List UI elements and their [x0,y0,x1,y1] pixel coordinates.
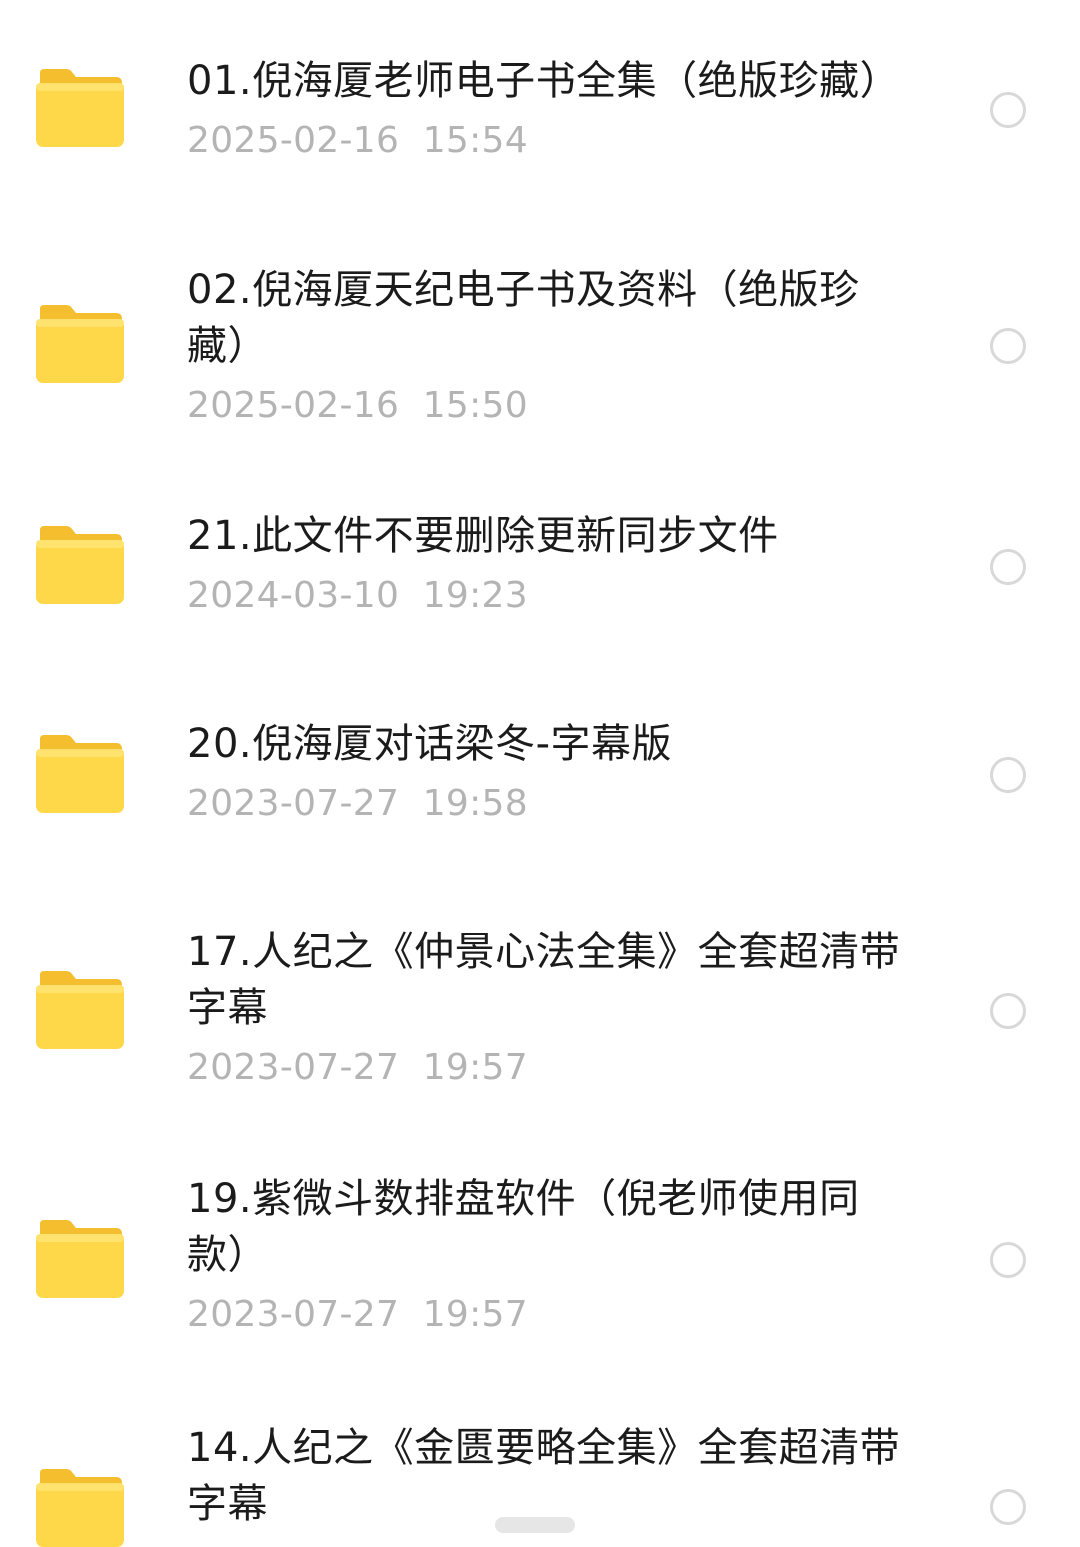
select-radio[interactable] [990,549,1026,585]
file-name: 14.人纪之《金匮要略全集》全套超清带字幕 [187,1425,901,1527]
file-name: 01.倪海厦老师电子书全集（绝版珍藏） [187,58,901,104]
folder-icon [36,526,124,604]
scroll-indicator [495,1517,575,1533]
file-list: 01.倪海厦老师电子书全集（绝版珍藏） 2025-02-16 15:54 02.… [0,0,1080,1547]
file-row[interactable]: 17.人纪之《仲景心法全集》全套超清带字幕 2023-07-27 19:57 [0,905,1080,1155]
folder-icon [36,305,124,383]
file-row[interactable]: 19.紫微斗数排盘软件（倪老师使用同款） 2023-07-27 19:57 [0,1155,1080,1405]
file-name: 17.人纪之《仲景心法全集》全套超清带字幕 [187,929,901,1031]
folder-icon [36,1220,124,1298]
file-row[interactable]: 14.人纪之《金匮要略全集》全套超清带字幕 [0,1405,1080,1547]
file-row[interactable]: 02.倪海厦天纪电子书及资料（绝版珍藏） 2025-02-16 15:50 [0,215,1080,475]
file-name: 20.倪海厦对话梁冬-字幕版 [187,721,673,767]
file-modified-time: 2023-07-27 19:58 [187,783,528,824]
select-radio[interactable] [990,92,1026,128]
file-row[interactable]: 20.倪海厦对话梁冬-字幕版 2023-07-27 19:58 [0,685,1080,905]
select-radio[interactable] [990,1489,1026,1525]
file-name: 21.此文件不要删除更新同步文件 [187,513,779,559]
file-name: 02.倪海厦天纪电子书及资料（绝版珍藏） [187,267,860,369]
file-modified-time: 2025-02-16 15:50 [187,385,528,426]
folder-icon [36,735,124,813]
select-radio[interactable] [990,1242,1026,1278]
folder-icon [36,1469,124,1547]
select-radio[interactable] [990,993,1026,1029]
file-row[interactable]: 01.倪海厦老师电子书全集（绝版珍藏） 2025-02-16 15:54 [0,0,1080,215]
folder-icon [36,971,124,1049]
file-modified-time: 2023-07-27 19:57 [187,1294,528,1335]
file-modified-time: 2025-02-16 15:54 [187,120,528,161]
file-name: 19.紫微斗数排盘软件（倪老师使用同款） [187,1176,860,1278]
select-radio[interactable] [990,328,1026,364]
select-radio[interactable] [990,757,1026,793]
file-row[interactable]: 21.此文件不要删除更新同步文件 2024-03-10 19:23 [0,475,1080,685]
folder-icon [36,69,124,147]
file-modified-time: 2023-07-27 19:57 [187,1047,528,1088]
file-modified-time: 2024-03-10 19:23 [187,575,528,616]
